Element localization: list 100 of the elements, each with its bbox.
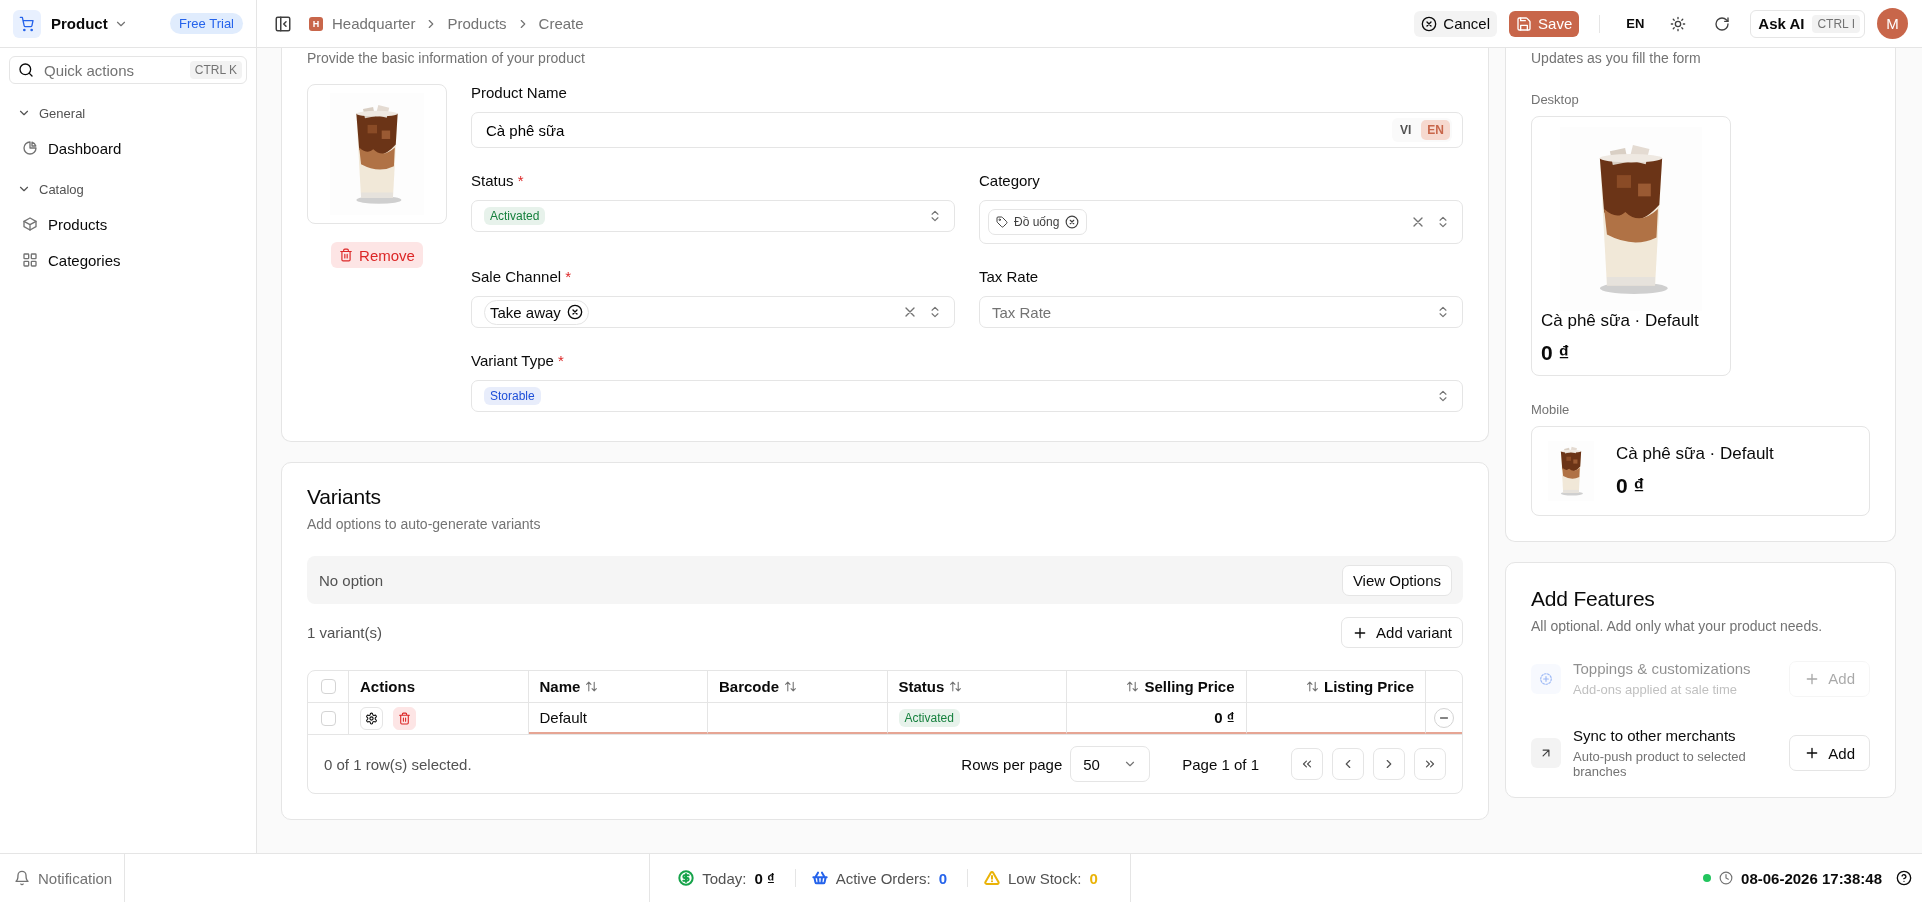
sort-icon bbox=[1126, 680, 1140, 693]
remove-button[interactable]: Remove bbox=[331, 242, 423, 268]
select-field[interactable]: Take away bbox=[471, 296, 955, 328]
stat-label: Active Orders: bbox=[835, 869, 931, 887]
feature-description: Add-ons applied at sale time bbox=[1573, 682, 1739, 697]
select-field[interactable]: Storable bbox=[471, 380, 1463, 412]
org-badge: H bbox=[309, 16, 323, 31]
remove-icon[interactable] bbox=[566, 304, 583, 320]
sort-icon bbox=[784, 680, 798, 693]
sidebar-group-header[interactable]: Catalog bbox=[0, 172, 256, 206]
column-header[interactable]: Name bbox=[539, 678, 599, 695]
variant-count: 1 variant(s) bbox=[307, 624, 383, 641]
box-icon bbox=[22, 216, 38, 232]
bell-icon bbox=[14, 870, 30, 886]
field-label: Variant Type * bbox=[471, 352, 565, 369]
date-time: 08-06-2026 17:38:48 bbox=[1741, 869, 1882, 887]
checkbox[interactable] bbox=[320, 711, 336, 726]
add-variant-button[interactable]: Add variant bbox=[1341, 617, 1463, 648]
shortcut-key: CTRL K bbox=[189, 61, 242, 79]
tag-icon bbox=[996, 216, 1008, 228]
breadcrumb-link[interactable]: Create bbox=[538, 15, 584, 32]
field-label: Product Name bbox=[471, 84, 568, 101]
add-button[interactable]: Add bbox=[1789, 735, 1870, 771]
cart-icon bbox=[13, 9, 41, 38]
search-icon bbox=[18, 62, 34, 78]
double-chevron-right-icon bbox=[1423, 757, 1437, 771]
selection-count: 0 of 1 row(s) selected. bbox=[324, 755, 472, 773]
feature-title: Sync to other merchants bbox=[1573, 727, 1737, 744]
ask-ai-button[interactable]: Ask AI CTRL I bbox=[1750, 9, 1865, 38]
field-label: Tax Rate bbox=[979, 268, 1040, 285]
sidebar-item[interactable]: Products bbox=[10, 206, 246, 242]
card-title: Variants bbox=[307, 485, 382, 509]
sidebar-group-header[interactable]: General bbox=[0, 96, 256, 130]
rows-per-page-select[interactable]: 50 bbox=[1070, 746, 1151, 782]
field-label: Sale Channel * bbox=[471, 268, 573, 285]
sidebar-toggle-icon[interactable] bbox=[274, 14, 292, 33]
last-page-button[interactable] bbox=[1414, 748, 1446, 780]
preview-label: Desktop bbox=[1531, 92, 1580, 107]
first-page-button[interactable] bbox=[1291, 748, 1323, 780]
status-badge: Storable bbox=[484, 387, 541, 405]
quick-actions-field[interactable]: Quick actions CTRL K bbox=[9, 56, 247, 84]
stat-value: 0 bbox=[1089, 869, 1098, 887]
feature-description: Auto-push product to selected branches bbox=[1573, 749, 1747, 779]
select-field[interactable]: Tax Rate bbox=[979, 296, 1463, 328]
remove-icon[interactable] bbox=[1065, 215, 1080, 229]
help-icon[interactable] bbox=[1896, 870, 1912, 886]
sidebar-item[interactable]: Categories bbox=[10, 242, 246, 278]
card-title: Add Features bbox=[1531, 587, 1656, 611]
chip: Đồ uống bbox=[988, 209, 1088, 235]
app-switcher[interactable]: Product bbox=[51, 15, 128, 32]
pie-chart-icon bbox=[22, 140, 38, 156]
language-button[interactable]: EN bbox=[1620, 16, 1651, 31]
settings-icon[interactable] bbox=[360, 707, 383, 730]
select-field[interactable]: Activated bbox=[471, 200, 955, 232]
sun-icon[interactable] bbox=[1670, 15, 1687, 32]
column-header[interactable]: Listing Price bbox=[1305, 678, 1414, 695]
status-badge: Activated bbox=[898, 708, 960, 727]
sort-icon bbox=[585, 680, 599, 693]
table-cell: 0 ₫ bbox=[1214, 709, 1235, 726]
arrow-up-right-icon bbox=[1531, 738, 1561, 768]
stat-value: 0 ₫ bbox=[754, 869, 775, 887]
refresh-icon[interactable] bbox=[1714, 15, 1731, 32]
stat-label: Today: bbox=[702, 869, 747, 887]
table-cell: Default bbox=[539, 709, 588, 726]
product-title: Cà phê sữa · Default bbox=[1616, 444, 1775, 464]
shortcut-key: CTRL I bbox=[1812, 14, 1860, 33]
save-button[interactable]: Save bbox=[1509, 10, 1580, 37]
column-header[interactable]: Barcode bbox=[719, 678, 798, 695]
rows-per-page-label: Rows per page bbox=[961, 755, 1063, 773]
sort-icon bbox=[949, 680, 963, 693]
language-tab[interactable]: VI bbox=[1394, 120, 1418, 140]
plan-badge: Free Trial bbox=[170, 13, 243, 34]
breadcrumb-link[interactable]: Products bbox=[447, 15, 507, 32]
column-header[interactable]: Status bbox=[898, 678, 963, 695]
column-header[interactable]: Selling Price bbox=[1126, 678, 1235, 695]
view-options-button[interactable]: View Options bbox=[1341, 564, 1452, 596]
field-label: Category bbox=[979, 172, 1041, 189]
select-field[interactable]: Đồ uống bbox=[979, 200, 1463, 244]
close-circle-icon bbox=[1421, 15, 1438, 32]
grid-icon bbox=[22, 252, 38, 268]
column-header: Actions bbox=[360, 678, 415, 695]
text-input[interactable]: Cà phê sữa bbox=[484, 120, 1382, 140]
trash-icon bbox=[339, 248, 354, 262]
avatar[interactable]: M bbox=[1877, 8, 1908, 39]
breadcrumb-link[interactable]: Headquarter bbox=[332, 15, 416, 32]
search-input[interactable]: Quick actions bbox=[42, 60, 182, 80]
trash-icon[interactable] bbox=[393, 707, 416, 730]
notification-button[interactable]: Notification bbox=[14, 854, 126, 902]
status-badge: Activated bbox=[484, 207, 546, 225]
text-field[interactable]: Cà phê sữa VI EN bbox=[471, 112, 1463, 148]
checkbox[interactable] bbox=[320, 679, 336, 694]
clock-icon bbox=[1719, 871, 1734, 885]
card-subtitle: All optional. Add only what your product needs. bbox=[1531, 618, 1824, 634]
sidebar-item[interactable]: Dashboard bbox=[10, 130, 246, 166]
cancel-button[interactable]: Cancel bbox=[1414, 10, 1498, 37]
stat-label: Low Stock: bbox=[1008, 869, 1082, 887]
preview-label: Mobile bbox=[1531, 402, 1571, 417]
save-icon bbox=[1516, 15, 1533, 32]
product-price: 0 ₫ bbox=[1616, 473, 1646, 498]
field-label: Status * bbox=[471, 172, 525, 189]
